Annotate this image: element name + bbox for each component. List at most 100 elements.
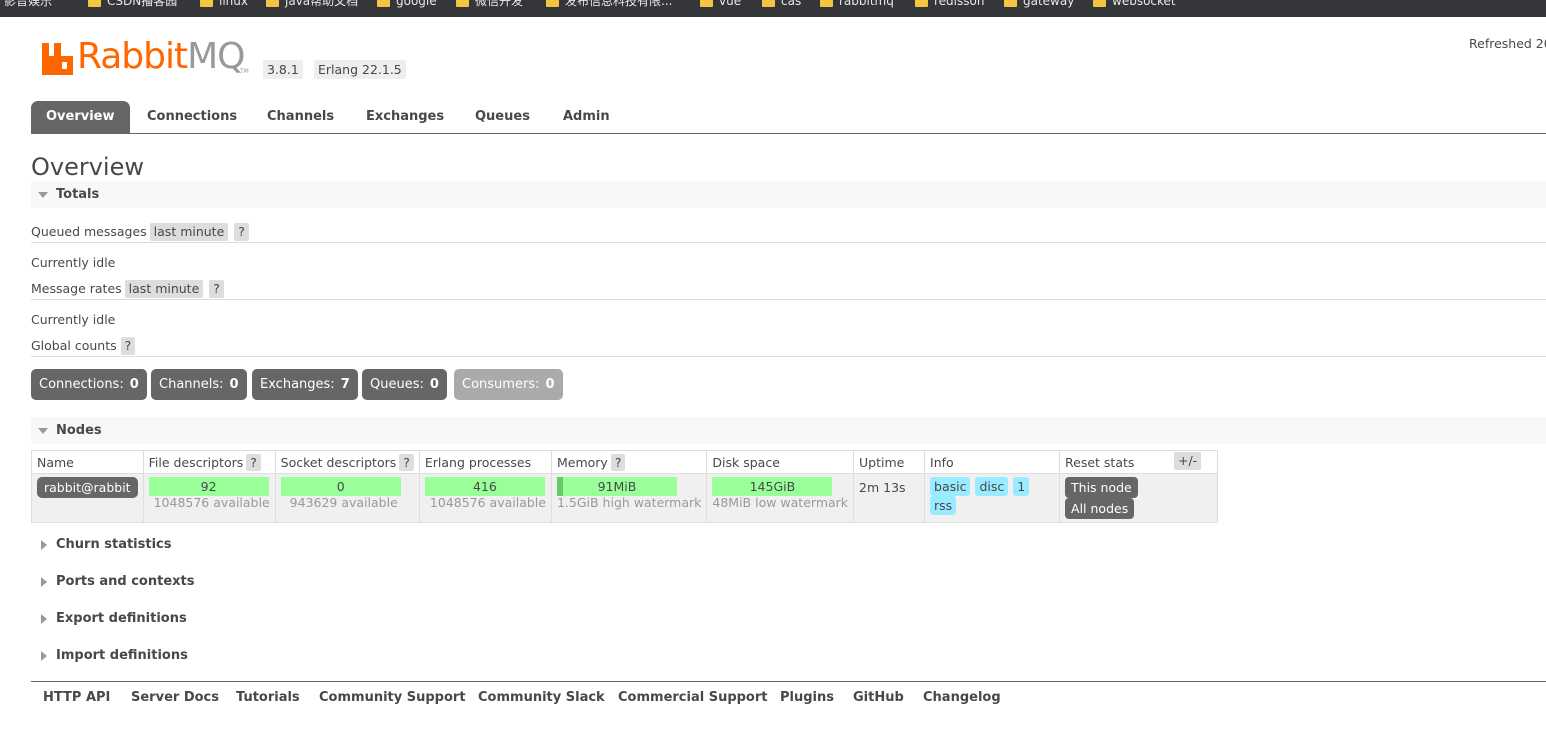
expand-triangle-icon [41,614,47,624]
bookmark-item[interactable]: CSDN播客园 [88,0,177,9]
section-title: Nodes [56,423,102,438]
folder-icon [1093,0,1106,7]
idle-text: Currently idle [31,255,116,270]
refreshed-label[interactable]: Refreshed 20 [1469,36,1546,51]
help-button[interactable]: ? [209,280,224,298]
uptime-cell: 2m 13s [853,473,926,523]
exchanges-count-button[interactable]: Exchanges: 7 [252,369,358,400]
footer-link-commercial-support[interactable]: Commercial Support [618,690,768,705]
queues-count-button[interactable]: Queues: 0 [362,369,447,400]
node-link[interactable]: rabbit@rabbit [37,477,138,498]
tab-channels[interactable]: Channels [267,101,334,133]
message-rates-label: Message rates [31,281,122,296]
bookmark-item[interactable]: linux [200,0,248,9]
global-counts-label: Global counts [31,338,117,353]
folder-icon [456,0,469,7]
col-file-descriptors: File descriptors? [142,450,276,474]
memory-watermark: 1.5GiB high watermark [556,495,702,510]
col-info: Info [924,450,1061,474]
bookmark-item[interactable]: gateway [1004,0,1074,9]
bookmark-item[interactable]: google [377,0,437,9]
tab-exchanges[interactable]: Exchanges [366,101,444,133]
erlang-processes-cell: 416 1048576 available [418,473,552,523]
logo-trademark: TM [240,68,249,75]
info-cell: basic disc 1 rss [924,473,1061,523]
help-button[interactable]: ? [120,337,136,355]
bookmark-item[interactable]: 影音娱乐 [4,0,52,9]
bookmark-item[interactable]: rabbitmq [820,0,894,9]
ports-and-contexts-section-header[interactable]: Ports and contexts [31,572,194,592]
bookmark-item[interactable]: java帮助文档 [266,0,358,9]
info-tag-basic: basic [930,477,971,496]
file-descriptors-cell: 92 1048576 available [142,473,276,523]
footer-link-tutorials[interactable]: Tutorials [236,690,300,705]
bookmark-item[interactable]: cas [762,0,801,9]
disk-watermark: 48MiB low watermark [712,495,849,510]
col-memory: Memory? [550,450,708,474]
collapse-triangle-icon [38,192,48,198]
col-uptime: Uptime [853,450,926,474]
table-header-row: Name File descriptors? Socket descriptor… [31,450,1219,474]
folder-icon [915,0,928,7]
consumers-count-button[interactable]: Consumers: 0 [454,369,563,400]
node-name-cell: rabbit@rabbit [31,473,144,523]
erlang-version-badge: Erlang 22.1.5 [314,60,406,79]
col-name: Name [31,450,144,474]
import-definitions-section-header[interactable]: Import definitions [31,646,188,666]
folder-icon [546,0,559,7]
bookmark-item[interactable]: vue [700,0,741,9]
divider [31,299,1546,300]
footer-link-server-docs[interactable]: Server Docs [131,690,219,705]
col-socket-descriptors: Socket descriptors? [274,450,420,474]
help-button[interactable]: ? [610,453,626,471]
reset-stats-cell: This nodeAll nodes [1059,473,1219,523]
queued-messages-row: Queued messages last minute? [31,223,249,241]
bookmark-item[interactable]: 微信开发 [456,0,523,9]
help-button[interactable]: ? [399,453,414,471]
range-selector[interactable]: last minute [124,280,204,298]
bookmark-item[interactable]: websocket [1093,0,1176,9]
memory-bar: 91MiB [556,477,677,496]
memory-cell: 91MiB 1.5GiB high watermark [550,473,708,523]
footer: HTTP API Server Docs Tutorials Community… [31,681,1546,721]
bookmark-item[interactable]: redisson [915,0,984,9]
logo-wordmark: RabbitMQ [77,36,246,77]
tab-overview[interactable]: Overview [31,101,130,133]
divider [31,242,1546,243]
nodes-table: Name File descriptors? Socket descriptor… [31,450,1219,523]
info-tag-disc: disc [975,477,1009,496]
connections-count-button[interactable]: Connections: 0 [31,369,147,400]
section-title: Totals [56,187,100,202]
nodes-section-header[interactable]: Nodes [31,417,1546,444]
bookmark-item[interactable]: 发布信息科技有限... [546,0,672,9]
folder-icon [1004,0,1017,7]
info-tag-count: 1 [1013,477,1030,496]
footer-link-github[interactable]: GitHub [853,690,904,705]
global-counts-row: Global counts? [31,337,136,355]
help-button[interactable]: ? [246,453,261,471]
footer-link-community-slack[interactable]: Community Slack [478,690,605,705]
channels-count-button[interactable]: Channels: 0 [151,369,247,400]
footer-link-community-support[interactable]: Community Support [319,690,466,705]
expand-triangle-icon [41,651,47,661]
tab-queues[interactable]: Queues [475,101,530,133]
reset-all-nodes-button[interactable]: All nodes [1065,498,1135,519]
churn-statistics-section-header[interactable]: Churn statistics [31,535,172,555]
queued-messages-label: Queued messages [31,224,147,239]
folder-icon [762,0,775,7]
tab-admin[interactable]: Admin [563,101,610,133]
column-toggle-button[interactable]: +/- [1174,452,1202,470]
footer-link-changelog[interactable]: Changelog [923,690,1001,705]
tab-connections[interactable]: Connections [147,101,237,133]
help-button[interactable]: ? [234,223,249,241]
reset-this-node-button[interactable]: This node [1065,477,1138,498]
erlang-processes-available: 1048576 available [429,495,546,510]
footer-link-plugins[interactable]: Plugins [780,690,834,705]
footer-link-http-api[interactable]: HTTP API [43,690,110,705]
export-definitions-section-header[interactable]: Export definitions [31,609,187,629]
folder-icon [266,0,279,7]
table-row: rabbit@rabbit 92 1048576 available 0 943… [31,473,1219,523]
totals-section-header[interactable]: Totals [31,181,1546,208]
range-selector[interactable]: last minute [149,223,229,241]
expand-triangle-icon [41,540,47,550]
